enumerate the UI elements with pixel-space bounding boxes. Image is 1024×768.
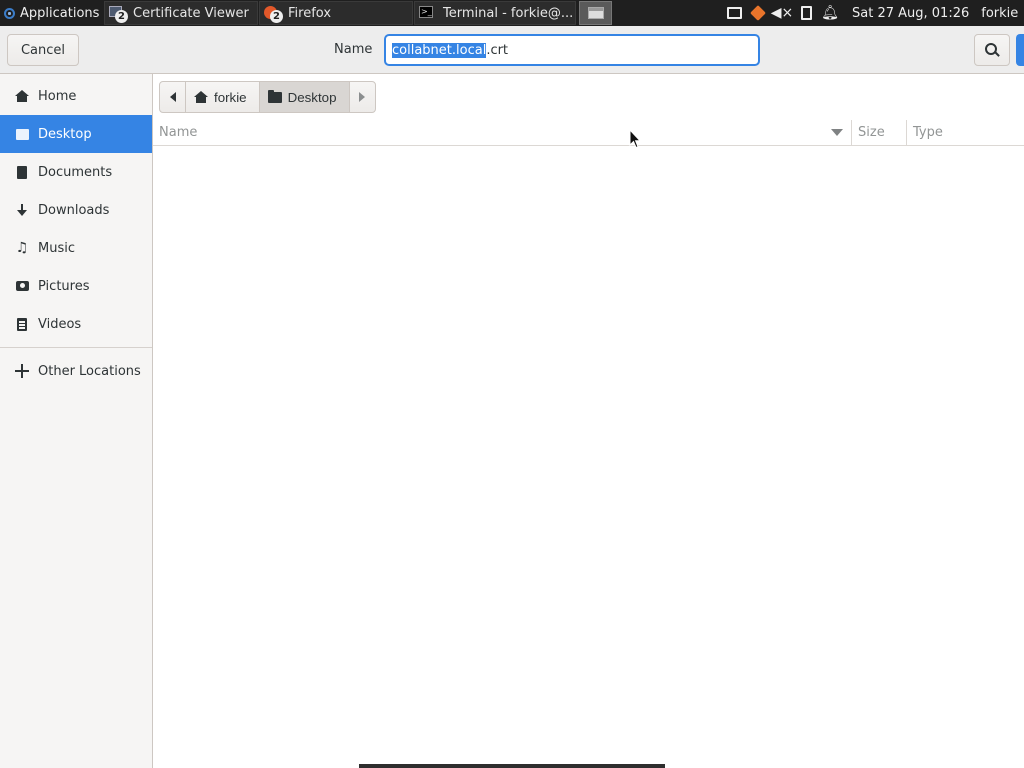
- sidebar-item-pictures[interactable]: Pictures: [0, 267, 152, 305]
- task-firefox[interactable]: 2 Firefox: [259, 1, 413, 25]
- terminal-icon: >_: [419, 6, 433, 18]
- sidebar-item-documents[interactable]: Documents: [0, 153, 152, 191]
- dialog-header: Cancel Name collabnet.local .crt: [0, 26, 1024, 74]
- sidebar-item-label: Home: [38, 88, 77, 104]
- sidebar-item-videos[interactable]: Videos: [0, 305, 152, 343]
- path-segment-label: Desktop: [287, 89, 337, 105]
- places-sidebar: Home Desktop Documents Downloads ♫ Music…: [0, 74, 153, 768]
- downloads-icon: [15, 203, 29, 217]
- sidebar-separator: [0, 347, 152, 348]
- applications-logo-icon: [4, 7, 15, 19]
- desktop-icon: [15, 127, 29, 141]
- top-panel: Applications 2 Certificate Viewer 2 Fire…: [0, 0, 1024, 26]
- home-icon: [15, 89, 29, 103]
- search-button[interactable]: [974, 34, 1010, 66]
- file-list-header: Name Size Type: [153, 120, 1024, 146]
- path-back-button[interactable]: [159, 81, 186, 113]
- user-menu[interactable]: forkie: [981, 6, 1018, 21]
- column-header-name[interactable]: Name: [159, 125, 197, 140]
- task-count-badge: 2: [270, 10, 283, 23]
- sidebar-item-label: Music: [38, 240, 75, 256]
- name-label: Name: [334, 42, 373, 57]
- clock[interactable]: Sat 27 Aug, 01:26: [852, 6, 969, 21]
- task-label: Certificate Viewer: [133, 5, 249, 21]
- notification-bell-icon[interactable]: 🔔︎: [821, 5, 839, 21]
- path-segment-label: forkie: [214, 89, 247, 105]
- bottom-scroll-indicator: [359, 764, 665, 768]
- sidebar-item-label: Videos: [38, 316, 82, 332]
- file-list[interactable]: [153, 146, 1024, 768]
- task-label: Firefox: [288, 5, 332, 21]
- sidebar-item-home[interactable]: Home: [0, 77, 152, 115]
- column-divider[interactable]: [906, 120, 907, 145]
- sidebar-item-other-locations[interactable]: Other Locations: [0, 352, 152, 390]
- sort-descending-icon: [831, 129, 843, 136]
- column-divider[interactable]: [851, 120, 852, 145]
- plus-icon: [15, 364, 29, 378]
- window-icon: 2: [109, 6, 128, 23]
- sidebar-item-label: Documents: [38, 164, 113, 180]
- display-icon[interactable]: [726, 5, 742, 21]
- path-bar: forkie Desktop: [159, 81, 376, 113]
- pictures-icon: [15, 279, 29, 293]
- column-header-size[interactable]: Size: [858, 125, 885, 140]
- videos-icon: [15, 317, 29, 331]
- path-segment-forkie[interactable]: forkie: [185, 81, 260, 113]
- folder-icon: [267, 89, 282, 104]
- path-segment-desktop[interactable]: Desktop: [258, 81, 350, 113]
- task-file-dialog[interactable]: [579, 1, 612, 25]
- task-count-badge: 2: [115, 10, 128, 23]
- sidebar-item-label: Pictures: [38, 278, 90, 294]
- applications-menu[interactable]: Applications: [0, 0, 104, 26]
- path-forward-button[interactable]: [348, 81, 376, 113]
- firefox-icon: 2: [264, 6, 283, 23]
- task-label: Terminal - forkie@...: [443, 5, 574, 21]
- sidebar-item-label: Desktop: [38, 126, 92, 142]
- task-terminal[interactable]: >_ Terminal - forkie@...: [414, 1, 576, 25]
- sidebar-item-music[interactable]: ♫ Music: [0, 229, 152, 267]
- sidebar-item-downloads[interactable]: Downloads: [0, 191, 152, 229]
- mouse-pointer-icon: [629, 129, 641, 149]
- documents-icon: [15, 165, 29, 179]
- filename-selected-text: collabnet.local: [392, 42, 487, 58]
- chevron-right-icon: [359, 92, 365, 102]
- volume-muted-icon[interactable]: ◀×: [771, 5, 794, 21]
- sidebar-item-desktop[interactable]: Desktop: [0, 115, 152, 153]
- sidebar-item-label: Other Locations: [38, 363, 141, 379]
- filename-input[interactable]: collabnet.local .crt: [384, 34, 760, 66]
- cancel-button[interactable]: Cancel: [7, 34, 79, 66]
- search-icon: [985, 43, 999, 57]
- task-certificate-viewer[interactable]: 2 Certificate Viewer: [104, 1, 258, 25]
- chevron-left-icon: [169, 92, 176, 102]
- home-icon: [194, 91, 208, 104]
- music-icon: ♫: [15, 240, 29, 256]
- column-header-type[interactable]: Type: [913, 125, 943, 140]
- applications-label: Applications: [20, 5, 100, 21]
- package-icon[interactable]: [750, 5, 766, 21]
- window-icon: [587, 7, 604, 19]
- filename-extension-text: .crt: [486, 42, 509, 58]
- save-button[interactable]: [1016, 34, 1024, 66]
- system-tray: ◀× 🔔︎ Sat 27 Aug, 01:26 forkie: [718, 0, 1024, 26]
- clipboard-icon[interactable]: [798, 5, 814, 21]
- sidebar-item-label: Downloads: [38, 202, 110, 218]
